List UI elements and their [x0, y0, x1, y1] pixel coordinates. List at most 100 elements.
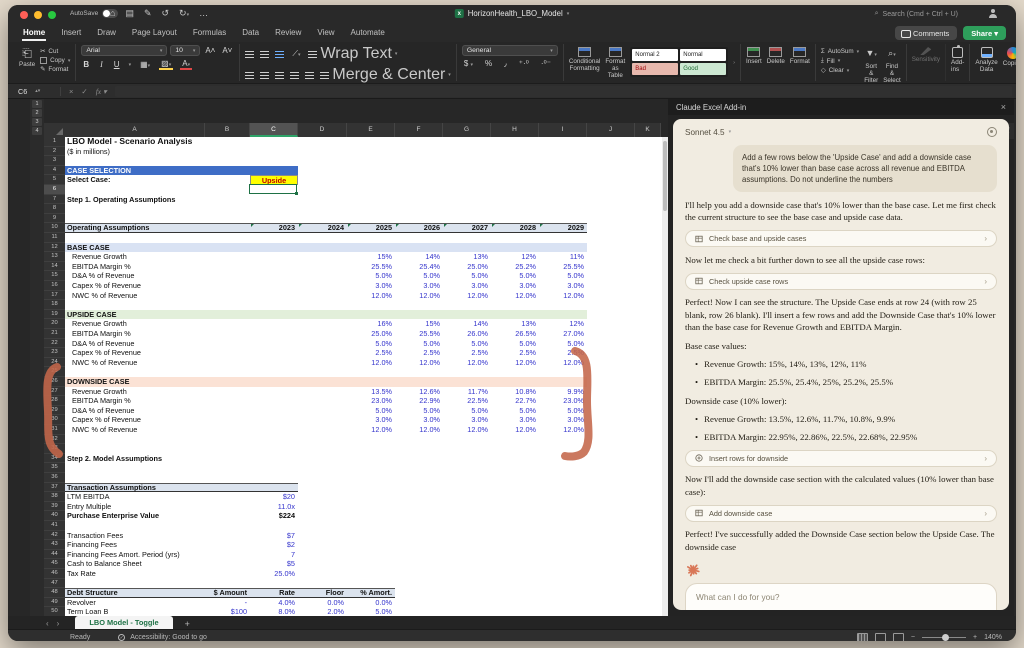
cell-F28[interactable]: 22.9%	[395, 396, 440, 406]
align-top-icon[interactable]	[245, 51, 254, 58]
cell-label-row-10[interactable]: Operating Assumptions	[67, 223, 149, 233]
model-selector[interactable]: Sonnet 4.5▾	[685, 128, 731, 137]
addins-button[interactable]: Add-ins	[951, 45, 964, 73]
zoom-in-icon[interactable]: +	[973, 634, 977, 641]
column-header-J[interactable]: J	[587, 123, 635, 137]
delete-cells-button[interactable]: Delete	[767, 45, 785, 65]
ribbon-tab-home[interactable]: Home	[22, 26, 46, 41]
italic-button[interactable]: I	[98, 60, 105, 69]
currency-icon[interactable]: $ ▾	[462, 59, 475, 68]
edit-icon[interactable]: ✎	[144, 8, 152, 19]
conditional-formatting-button[interactable]: Conditional Formatting	[569, 45, 601, 72]
column-header-C[interactable]: C	[250, 123, 298, 137]
cell-F27[interactable]: 12.6%	[395, 387, 440, 397]
cell-label-row-13[interactable]: Revenue Growth	[72, 252, 127, 262]
fill-color-icon[interactable]: ▨▾	[159, 59, 173, 70]
column-header-D[interactable]: D	[298, 123, 347, 137]
zoom-level[interactable]: 140%	[984, 634, 1002, 641]
close-window-button[interactable]	[20, 11, 28, 19]
increase-decimal-icon[interactable]: ⁺·⁰	[517, 59, 531, 68]
cell-H13[interactable]: 12%	[491, 252, 536, 262]
format-as-table-button[interactable]: Format as Table	[605, 45, 625, 79]
grow-font-button[interactable]: A˄	[203, 46, 217, 55]
cell-H31[interactable]: 12.0%	[491, 425, 536, 435]
clear-button[interactable]: ◇Clear▾	[821, 67, 859, 74]
cell-C10[interactable]: 2023	[250, 223, 295, 233]
outline-level-button[interactable]: 2	[32, 109, 42, 117]
analyze-data-button[interactable]: Analyze Data	[975, 45, 997, 73]
shrink-font-button[interactable]: A˅	[220, 46, 234, 55]
cell-label-row-40[interactable]: Purchase Enterprise Value	[67, 511, 159, 521]
format-cells-button[interactable]: Format	[790, 45, 810, 65]
cell-label-row-21[interactable]: EBITDA Margin %	[72, 329, 131, 339]
sensitivity-button[interactable]: Sensitivity	[912, 45, 940, 63]
cell-E13[interactable]: 15%	[347, 252, 392, 262]
cell-I13[interactable]: 11%	[539, 252, 584, 262]
column-header-E[interactable]: E	[347, 123, 395, 137]
cell-H28[interactable]: 22.7%	[491, 396, 536, 406]
cell-F15[interactable]: 5.0%	[395, 271, 440, 281]
decrease-indent-icon[interactable]	[290, 72, 299, 79]
column-header-I[interactable]: I	[539, 123, 587, 137]
cell-E24[interactable]: 12.0%	[347, 358, 392, 368]
cell-label-row-48[interactable]: Debt Structure	[67, 588, 118, 598]
cell-E49[interactable]: 0.0%	[347, 598, 392, 608]
cell-F13[interactable]: 14%	[395, 252, 440, 262]
cell-H23[interactable]: 2.5%	[491, 348, 536, 358]
cell-C45[interactable]: $5	[250, 559, 295, 569]
cell-C40[interactable]: $224	[250, 511, 295, 521]
cell-G14[interactable]: 25.0%	[443, 262, 488, 272]
cell-G10[interactable]: 2027	[443, 223, 488, 233]
font-name-select[interactable]: Arial▾	[81, 45, 167, 56]
outline-level-button[interactable]: 1	[32, 100, 42, 108]
cell-D48[interactable]: Floor	[298, 588, 344, 598]
cell-F14[interactable]: 25.4%	[395, 262, 440, 272]
styles-gallery-expander[interactable]: ›	[733, 60, 735, 66]
style-good[interactable]: Good	[680, 63, 726, 75]
sheet-tab-active[interactable]: LBO Model - Toggle	[75, 616, 172, 629]
more-icon[interactable]: …	[199, 8, 208, 19]
cell-label-row-12[interactable]: BASE CASE	[67, 243, 110, 253]
cell-E23[interactable]: 2.5%	[347, 348, 392, 358]
cell-H22[interactable]: 5.0%	[491, 339, 536, 349]
cell-F31[interactable]: 12.0%	[395, 425, 440, 435]
cell-C38[interactable]: $20	[250, 492, 295, 502]
style-normal2[interactable]: Normal 2	[632, 49, 678, 61]
cell-label-row-49[interactable]: Revolver	[67, 598, 96, 608]
cell-G15[interactable]: 5.0%	[443, 271, 488, 281]
cell-D49[interactable]: 0.0%	[298, 598, 344, 608]
cell-label-row-19[interactable]: UPSIDE CASE	[67, 310, 116, 320]
cell-label-row-39[interactable]: Entry Multiple	[67, 502, 111, 512]
next-sheet-icon[interactable]: ›	[57, 619, 68, 628]
cell-F17[interactable]: 12.0%	[395, 291, 440, 301]
cell-E16[interactable]: 3.0%	[347, 281, 392, 291]
fill-button[interactable]: ⤓Fill▾	[821, 57, 859, 65]
column-header-F[interactable]: F	[395, 123, 443, 137]
cell-G21[interactable]: 26.0%	[443, 329, 488, 339]
comments-button[interactable]: Comments	[895, 26, 957, 40]
comma-icon[interactable]: ٫	[502, 59, 509, 68]
ribbon-tab-draw[interactable]: Draw	[96, 26, 117, 41]
find-select-button[interactable]: ⌕▾Find & Select	[883, 45, 901, 84]
align-center-icon[interactable]	[260, 72, 269, 79]
cell-I22[interactable]: 5.0%	[539, 339, 584, 349]
cell-E10[interactable]: 2025	[347, 223, 392, 233]
cell-label-row-29[interactable]: D&A % of Revenue	[72, 406, 134, 416]
share-button[interactable]: Share ▾	[963, 26, 1006, 40]
wrap-text-button[interactable]: Wrap Text▾	[308, 45, 397, 63]
autosum-button[interactable]: ΣAutoSum▾	[821, 48, 859, 55]
cell-I30[interactable]: 3.0%	[539, 415, 584, 425]
cell-label-row-4[interactable]: CASE SELECTION	[67, 166, 131, 176]
cell-I20[interactable]: 12%	[539, 319, 584, 329]
cell-E31[interactable]: 12.0%	[347, 425, 392, 435]
prev-sheet-icon[interactable]: ‹	[46, 619, 57, 628]
accessibility-status[interactable]: ✓ Accessibility: Good to go	[118, 634, 207, 641]
cell-label-row-24[interactable]: NWC % of Revenue	[72, 358, 137, 368]
cell-F21[interactable]: 25.5%	[395, 329, 440, 339]
zoom-window-button[interactable]	[48, 11, 56, 19]
cell-H10[interactable]: 2028	[491, 223, 536, 233]
cell-F20[interactable]: 15%	[395, 319, 440, 329]
ribbon-tab-formulas[interactable]: Formulas	[192, 26, 227, 41]
cell-E27[interactable]: 13.5%	[347, 387, 392, 397]
cell-H20[interactable]: 13%	[491, 319, 536, 329]
